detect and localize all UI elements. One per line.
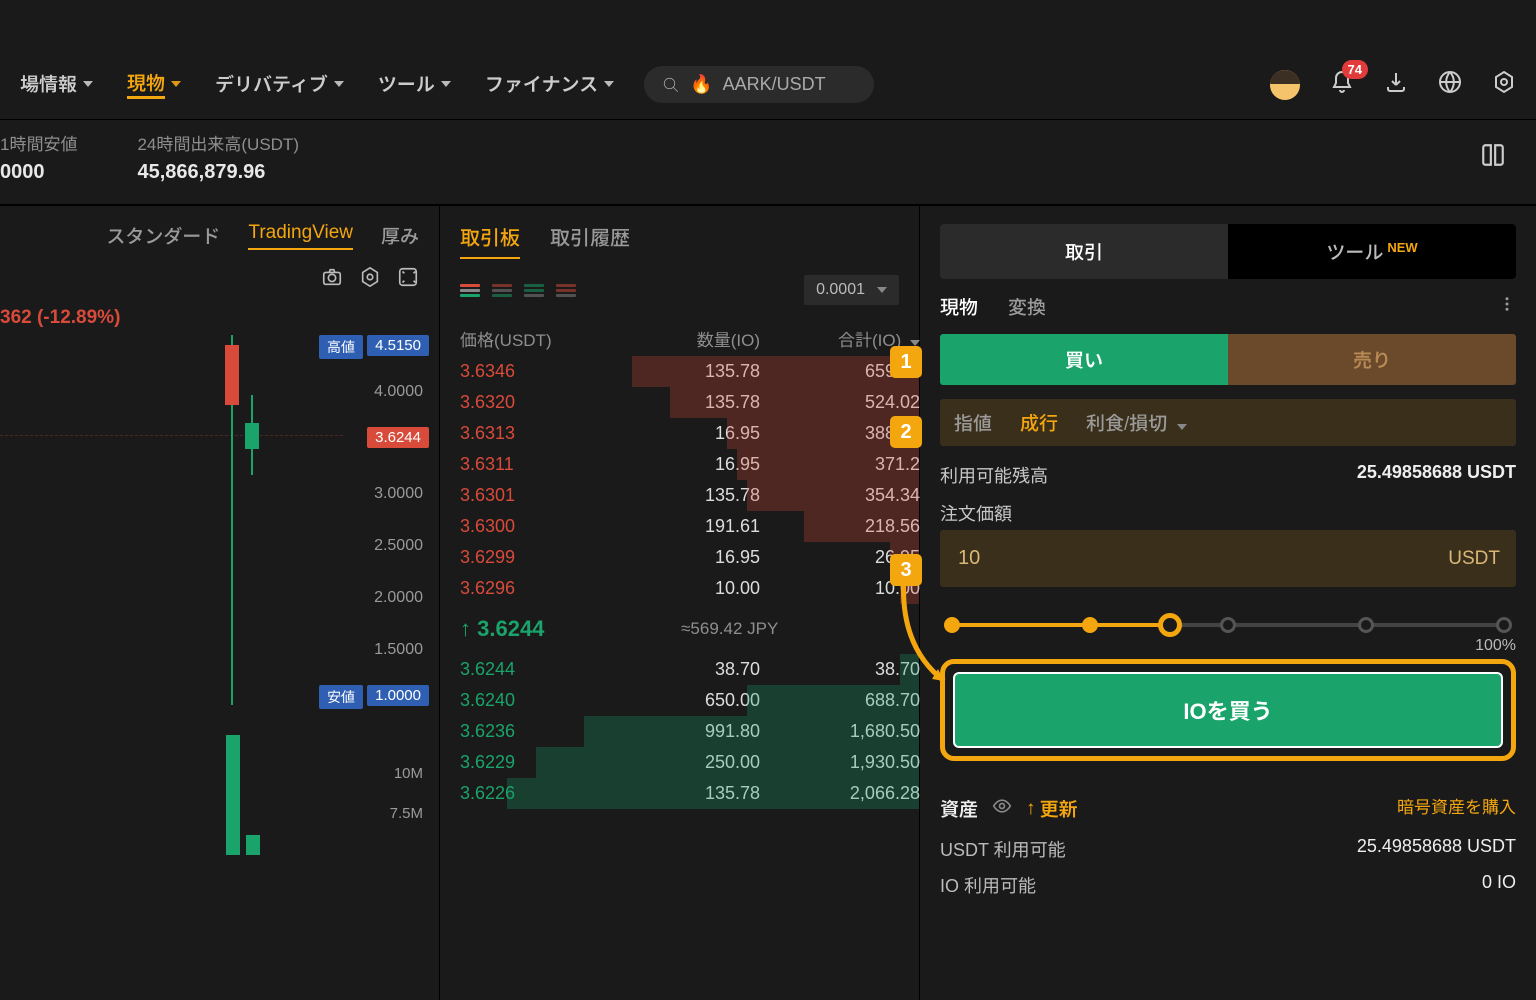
col-qty: 数量(IO) <box>600 326 760 351</box>
search-icon <box>662 76 680 94</box>
callout-2: 2 <box>890 416 922 448</box>
orderbook-bid-row[interactable]: 3.624438.7038.70 <box>440 654 919 685</box>
callout-3: 3 <box>890 554 922 586</box>
market-stats: 1時間安値 0000 24時間出来高(USDT) 45,866,879.96 <box>0 120 1536 205</box>
depth-step-select[interactable]: 0.0001 <box>804 275 899 305</box>
price-chart[interactable]: 高値 4.5150 4.0000 3.6244 3.0000 2.5000 2.… <box>0 335 439 895</box>
orderbook-ask-row[interactable]: 3.631316.95388.24 <box>440 418 919 449</box>
assets-refresh-button[interactable]: ↑ 更新 <box>1026 795 1078 822</box>
settings-button[interactable] <box>1492 70 1516 99</box>
available-balance-value: 25.49858688 USDT <box>1357 462 1516 488</box>
orderbook-panel: 取引板 取引履歴 0.0001 価格(USDT) 数量(IO) 合計(IO) 3… <box>440 205 920 1000</box>
col-price: 価格(USDT) <box>460 326 600 351</box>
high-value: 4.5150 <box>367 335 429 356</box>
assets-title: 資産 <box>940 795 978 822</box>
download-button[interactable] <box>1384 70 1408 99</box>
asset-row: IO 利用可能0 IO <box>940 872 1516 898</box>
orderbook-bid-row[interactable]: 3.6226135.782,066.28 <box>440 778 919 809</box>
available-balance-label: 利用可能残高 <box>940 462 1048 488</box>
stat-24h-low: 1時間安値 0000 <box>0 130 77 184</box>
tab-orderbook[interactable]: 取引板 <box>460 222 520 259</box>
chart-tab-tradingview[interactable]: TradingView <box>248 222 353 250</box>
chart-tab-standard[interactable]: スタンダード <box>106 222 220 250</box>
nav-item-derivatives[interactable]: デリバティブ <box>215 70 344 99</box>
slider-max-label: 100% <box>1475 637 1516 655</box>
low-value: 1.0000 <box>367 685 429 706</box>
orderbook-bid-row[interactable]: 3.6236991.801,680.50 <box>440 716 919 747</box>
amount-slider[interactable]: 100% <box>940 605 1516 645</box>
top-nav: 場情報 現物 デリバティブ ツール ファイナンス 🔥 AARK/USDT 74 <box>0 50 1536 120</box>
book-icon <box>1480 142 1506 168</box>
orderbook-bid-row[interactable]: 3.6240650.00688.70 <box>440 685 919 716</box>
orderbook-mid-price: ↑ 3.6244 ≈569.42 JPY <box>440 604 919 654</box>
guide-button[interactable] <box>1480 142 1506 173</box>
language-button[interactable] <box>1438 70 1462 99</box>
orderbook-bid-row[interactable]: 3.6229250.001,930.50 <box>440 747 919 778</box>
buy-crypto-link[interactable]: 暗号資産を購入 <box>1397 798 1516 818</box>
orderbook-ask-row[interactable]: 3.6301135.78354.34 <box>440 480 919 511</box>
avatar[interactable] <box>1270 70 1300 100</box>
tab-trade[interactable]: 取引 <box>940 224 1228 279</box>
nav-item-spot[interactable]: 現物 <box>127 69 181 101</box>
tab-tools[interactable]: ツールNEW <box>1228 224 1516 279</box>
buy-button-highlight: IOを買う <box>940 659 1516 761</box>
orderbook-ask-row[interactable]: 3.629916.9526.95 <box>440 542 919 573</box>
side-sell-tab[interactable]: 売り <box>1228 334 1516 385</box>
globe-icon <box>1438 70 1462 94</box>
nav-item-finance[interactable]: ファイナンス <box>485 70 614 99</box>
eye-icon <box>992 796 1012 816</box>
orderbook-ask-row[interactable]: 3.6300191.61218.56 <box>440 511 919 542</box>
trade-more-button[interactable] <box>1498 295 1516 319</box>
trade-panel: 取引 ツールNEW 現物 変換 買い 売り 指値 成行 利食/損切 利用可能残高… <box>920 205 1536 1000</box>
fullscreen-icon <box>397 266 419 288</box>
low-tag: 安値 <box>319 685 363 709</box>
chart-screenshot-button[interactable] <box>321 266 343 293</box>
download-icon <box>1384 70 1408 94</box>
callout-1: 1 <box>890 346 922 378</box>
price-change: 362 (-12.89%) <box>0 301 439 335</box>
chart-fullscreen-button[interactable] <box>397 266 419 293</box>
order-type-market[interactable]: 成行 <box>1020 409 1058 436</box>
fire-icon: 🔥 <box>690 74 712 95</box>
orderbook-ask-row[interactable]: 3.631116.95371.2 <box>440 449 919 480</box>
camera-icon <box>321 266 343 288</box>
side-buy-tab[interactable]: 買い <box>940 334 1228 385</box>
search-text: AARK/USDT <box>723 74 826 95</box>
notifications-badge: 74 <box>1342 60 1368 79</box>
orderbook-view-asks[interactable] <box>556 280 576 300</box>
order-type-limit[interactable]: 指値 <box>954 409 992 436</box>
orderbook-view-bids[interactable] <box>524 280 544 300</box>
order-amount-input[interactable] <box>956 546 1448 571</box>
settings-icon <box>1492 70 1516 94</box>
gear-icon <box>359 266 381 288</box>
assets-visibility-toggle[interactable] <box>992 796 1012 822</box>
mode-spot[interactable]: 現物 <box>940 293 978 320</box>
orderbook-view-both[interactable] <box>460 280 480 300</box>
chart-panel: スタンダード TradingView 厚み 362 (-12.89%) 高値 4… <box>0 205 440 1000</box>
order-type-stop[interactable]: 利食/損切 <box>1086 409 1187 436</box>
orderbook-ask-row[interactable]: 3.6320135.78524.02 <box>440 387 919 418</box>
assets-section: 資産 ↑ 更新 暗号資産を購入 USDT 利用可能25.49858688 USD… <box>940 795 1516 898</box>
order-amount-label: 注文価額 <box>940 500 1012 526</box>
notifications-button[interactable]: 74 <box>1330 70 1354 99</box>
tab-trade-history[interactable]: 取引履歴 <box>550 222 630 259</box>
high-tag: 高値 <box>319 335 363 359</box>
asset-row: USDT 利用可能25.49858688 USDT <box>940 836 1516 862</box>
nav-item-market-info[interactable]: 場情報 <box>20 70 93 99</box>
order-amount-unit: USDT <box>1448 548 1500 570</box>
mode-convert[interactable]: 変換 <box>1008 293 1046 320</box>
buy-button[interactable]: IOを買う <box>953 672 1503 748</box>
nav-item-tools[interactable]: ツール <box>378 70 451 99</box>
chart-settings-button[interactable] <box>359 266 381 293</box>
stat-24h-volume: 24時間出来高(USDT) 45,866,879.96 <box>137 130 299 184</box>
more-vertical-icon <box>1498 295 1516 313</box>
last-price-tag: 3.6244 <box>367 427 429 448</box>
orderbook-view-both-alt[interactable] <box>492 280 512 300</box>
pair-search[interactable]: 🔥 AARK/USDT <box>644 66 874 103</box>
chart-tab-depth[interactable]: 厚み <box>381 222 419 250</box>
order-amount-input-wrap: USDT <box>940 530 1516 587</box>
orderbook-ask-row[interactable]: 3.6346135.78659.80 <box>440 356 919 387</box>
orderbook-ask-row[interactable]: 3.629610.0010.00 <box>440 573 919 604</box>
